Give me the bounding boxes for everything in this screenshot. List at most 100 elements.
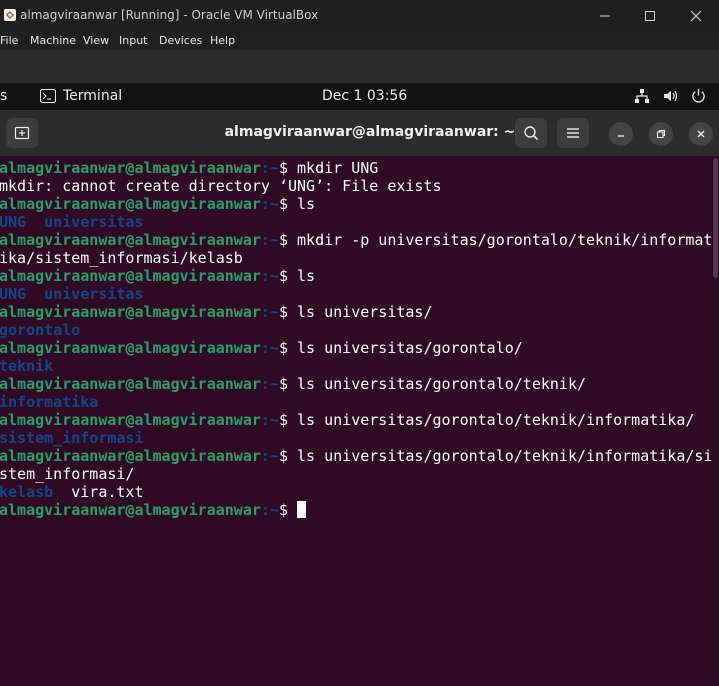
prompt-path: :~ [260,411,279,429]
terminal-line: stem_informasi/ [0,465,712,483]
prompt-path: :~ [260,375,279,393]
prompt-user-host: almagviraanwar@almagviraanwar [0,375,261,393]
command-text: ls universitas/gorontalo/teknik/informat… [297,411,695,429]
output-text: mkdir: cannot create directory ‘UNG’: Fi… [0,177,442,195]
prompt-symbol: $ [278,195,298,213]
minimize-icon [600,15,610,17]
volume-icon[interactable] [663,89,679,103]
prompt-symbol: $ [278,447,298,465]
prompt-path: :~ [260,231,279,249]
close-button[interactable] [676,4,716,28]
command-text: ls universitas/gorontalo/teknik/ [297,375,587,393]
terminal-output[interactable]: almagviraanwar@almagviraanwar:~$ mkdir U… [0,156,712,686]
menu-devices[interactable]: Devices [159,34,202,47]
clock[interactable]: Dec 1 03:56 [322,88,407,104]
terminal-line: almagviraanwar@almagviraanwar:~$ ls [0,195,712,213]
menu-input[interactable]: Input [119,34,147,47]
command-text: mkdir -p universitas/gorontalo/teknik/in… [297,231,712,249]
menu-view[interactable]: View [83,34,109,47]
hamburger-menu-button[interactable] [557,118,589,148]
terminal-line: mkdir: cannot create directory ‘UNG’: Fi… [0,177,712,195]
maximize-icon [645,11,655,21]
terminal-line: almagviraanwar@almagviraanwar:~$ ls univ… [0,339,712,357]
window-title: almagviraanwar [Running] - Oracle VM Vir… [20,8,319,22]
power-icon[interactable] [691,88,706,103]
terminal-scrollbar[interactable] [712,156,719,683]
network-icon[interactable] [634,88,650,104]
maximize-button[interactable] [630,4,670,28]
close-icon [697,130,705,138]
terminal-headerbar: almagviraanwar@almagviraanwar: ~ [0,110,719,156]
terminal-line: almagviraanwar@almagviraanwar:~$ ls univ… [0,303,712,321]
search-icon [524,126,539,141]
prompt-symbol: $ [278,231,298,249]
terminal-line: teknik [0,357,712,375]
output-text: stem_informasi/ [0,465,135,483]
terminal-line: informatika [0,393,712,411]
prompt-user-host: almagviraanwar@almagviraanwar [0,411,261,429]
prompt-symbol: $ [278,267,298,285]
command-text: ls [297,267,316,285]
terminal-line: UNG universitas [0,213,712,231]
text-cursor [297,501,307,518]
directory-listing: gorontalo [0,321,81,339]
search-button[interactable] [515,118,547,148]
terminal-line: gorontalo [0,321,712,339]
vm-toolbar-area [0,50,719,83]
prompt-user-host: almagviraanwar@almagviraanwar [0,339,261,357]
terminal-line: almagviraanwar@almagviraanwar:~$ [0,501,712,519]
prompt-symbol: $ [278,375,298,393]
directory-listing: informatika [0,393,99,411]
terminal-line: almagviraanwar@almagviraanwar:~$ ls [0,267,712,285]
prompt-path: :~ [260,303,279,321]
menu-help[interactable]: Help [210,34,235,47]
terminal-minimize-button[interactable] [609,122,633,146]
prompt-path: :~ [260,447,279,465]
prompt-symbol: $ [278,501,298,519]
command-text: mkdir UNG [297,159,379,177]
menu-file[interactable]: File [0,34,18,47]
prompt-symbol: $ [278,159,298,177]
terminal-line: almagviraanwar@almagviraanwar:~$ mkdir -… [0,231,712,249]
terminal-line: kelasb vira.txt [0,483,712,501]
scrollbar-thumb[interactable] [713,158,718,278]
vm-menubar: File Machine View Input Devices Help [0,32,719,50]
prompt-symbol: $ [278,339,298,357]
restore-icon [656,129,666,139]
prompt-user-host: almagviraanwar@almagviraanwar [0,303,261,321]
command-text: ls universitas/gorontalo/ [297,339,523,357]
directory-listing: UNG universitas [0,213,144,231]
menu-machine[interactable]: Machine [30,34,76,47]
prompt-user-host: almagviraanwar@almagviraanwar [0,267,261,285]
directory-entry: kelasb [0,483,54,501]
directory-listing: sistem_informasi [0,429,144,447]
terminal-line: UNG universitas [0,285,712,303]
command-text: ls universitas/ [297,303,433,321]
prompt-path: :~ [260,159,279,177]
prompt-user-host: almagviraanwar@almagviraanwar [0,195,261,213]
prompt-path: :~ [260,501,279,519]
prompt-path: :~ [260,267,279,285]
prompt-user-host: almagviraanwar@almagviraanwar [0,159,261,177]
terminal-line: almagviraanwar@almagviraanwar:~$ ls univ… [0,411,712,429]
terminal-line: almagviraanwar@almagviraanwar:~$ ls univ… [0,447,712,465]
prompt-path: :~ [260,195,279,213]
directory-listing: teknik [0,357,54,375]
gnome-topbar: s Terminal Dec 1 03:56 [0,83,719,110]
app-menu-terminal[interactable]: Terminal [63,88,122,104]
directory-listing: UNG universitas [0,285,144,303]
minimize-button[interactable] [585,4,625,28]
vm-titlebar: almagviraanwar [Running] - Oracle VM Vir… [0,0,719,32]
terminal-maximize-button[interactable] [649,122,673,146]
prompt-user-host: almagviraanwar@almagviraanwar [0,501,261,519]
prompt-path: :~ [260,339,279,357]
terminal-line: almagviraanwar@almagviraanwar:~$ mkdir U… [0,159,712,177]
command-text: ls [297,195,316,213]
terminal-close-button[interactable] [689,122,713,146]
prompt-symbol: $ [278,303,298,321]
terminal-line: almagviraanwar@almagviraanwar:~$ ls univ… [0,375,712,393]
new-tab-button[interactable] [6,118,38,148]
activities-button[interactable]: s [0,88,7,104]
terminal-window-title: almagviraanwar@almagviraanwar: ~ [224,124,516,140]
virtualbox-icon [4,9,16,21]
